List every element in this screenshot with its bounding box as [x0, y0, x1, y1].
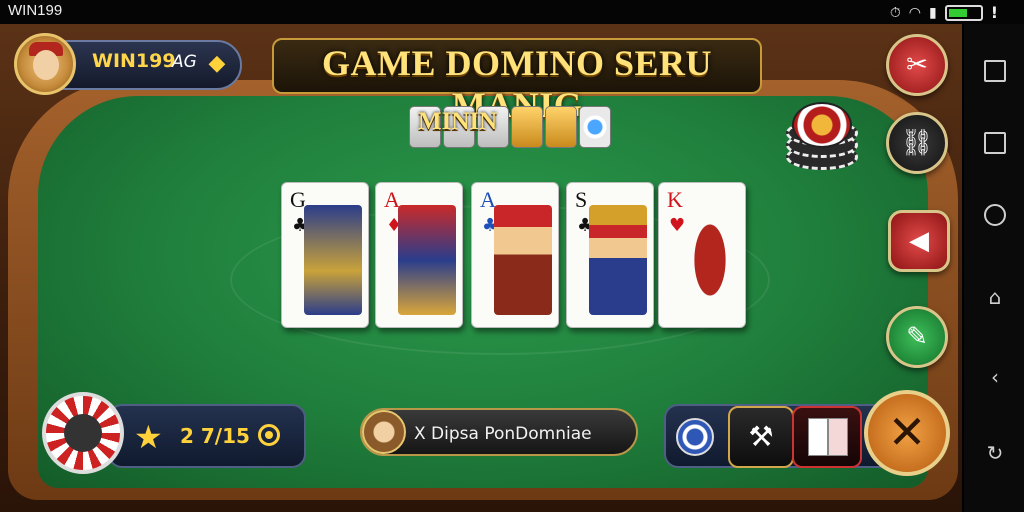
square-nav-icon[interactable]	[984, 60, 1006, 82]
player-avatar[interactable]	[14, 33, 76, 95]
domino-row-label: MININ	[418, 108, 498, 135]
link-button[interactable]: ⛓	[886, 112, 948, 174]
avatar-face	[33, 50, 59, 80]
home-icon[interactable]	[984, 204, 1006, 226]
status-carrier: WIN199	[8, 2, 63, 19]
chat-button[interactable]: ✎	[886, 306, 948, 368]
domino-tile[interactable]	[579, 106, 611, 148]
back-icon: ◀	[909, 226, 929, 256]
playing-card[interactable]: K ♥	[658, 182, 746, 328]
player-name: WIN199	[92, 50, 176, 72]
chip-top	[792, 102, 852, 148]
playing-card[interactable]: A ♦	[375, 182, 463, 328]
battery-icon	[944, 4, 983, 21]
playing-card[interactable]: G ♣	[281, 182, 369, 328]
card-art-prince	[589, 205, 647, 315]
roulette-wheel[interactable]	[42, 392, 124, 474]
back-button[interactable]: ◀	[888, 210, 950, 272]
mini-card	[808, 418, 828, 456]
domino-tile[interactable]	[511, 106, 543, 148]
card-art-diamond	[681, 205, 739, 315]
system-nav-bar: ⌂ ‹ ↻	[964, 24, 1024, 512]
message-avatar	[362, 410, 406, 454]
player-level: AG	[172, 52, 197, 72]
link-icon: ⛓	[900, 128, 934, 158]
chevron-left-icon[interactable]: ‹	[984, 366, 1006, 388]
charge-icon: !	[990, 3, 998, 22]
coin-icon[interactable]	[258, 424, 280, 446]
card-art-queen	[304, 205, 362, 315]
back-nav-icon[interactable]: ⌂	[984, 286, 1006, 308]
chip-button[interactable]	[676, 418, 714, 456]
status-icons: ⏱ ◠ ▮ !	[890, 3, 998, 22]
close-icon: ✕	[887, 405, 927, 459]
signal-icon: ▮	[928, 4, 937, 21]
game-screen: WIN199 ⏱ ◠ ▮ ! GAME DOMINO SERU MANIG WI…	[0, 0, 1024, 512]
tools-button[interactable]: ⚒	[728, 406, 794, 468]
cards-button[interactable]	[792, 406, 862, 468]
rotate-icon[interactable]: ↻	[984, 442, 1006, 464]
playing-card[interactable]: S ♣	[566, 182, 654, 328]
wifi-icon: ◠	[908, 4, 921, 21]
chip-stack[interactable]	[786, 98, 858, 174]
gem-icon[interactable]: ◆	[204, 51, 230, 77]
card-rank: S	[575, 187, 588, 212]
mini-card	[828, 418, 848, 456]
status-bar: WIN199 ⏱ ◠ ▮ !	[0, 0, 1024, 24]
recent-apps-icon[interactable]	[984, 132, 1006, 154]
tools-icon: ⚒	[748, 420, 774, 453]
card-art-king	[494, 205, 552, 315]
card-art-jack	[398, 205, 456, 315]
alarm-icon: ⏱	[889, 4, 901, 21]
shuffle-icon: ✂	[906, 50, 928, 80]
playing-card[interactable]: A ♣	[471, 182, 559, 328]
chat-icon: ✎	[906, 322, 928, 352]
message-text: X Dipsa PonDomniae	[414, 424, 592, 444]
star-icon: ★	[134, 418, 163, 456]
domino-tile[interactable]	[545, 106, 577, 148]
close-button[interactable]: ✕	[864, 390, 950, 476]
score-value: 2 7/15	[180, 424, 250, 448]
shuffle-button[interactable]: ✂	[886, 34, 948, 96]
